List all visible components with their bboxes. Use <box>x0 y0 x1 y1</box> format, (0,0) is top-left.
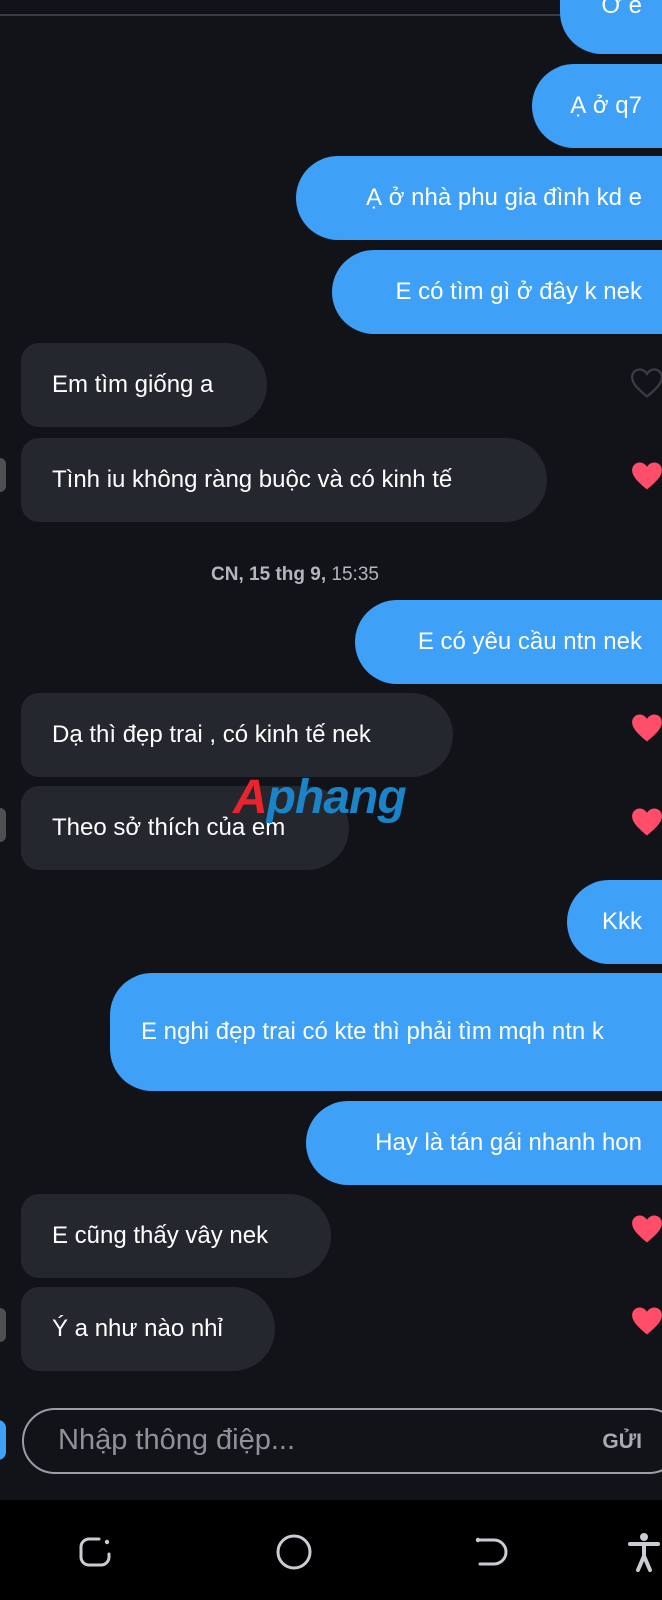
message-outgoing[interactable]: Kkk <box>567 880 662 964</box>
message-outgoing[interactable]: Ơ e <box>560 0 662 54</box>
send-button[interactable]: GỬI <box>602 1430 642 1454</box>
home-icon[interactable] <box>272 1530 316 1574</box>
watermark-logo: Aphang <box>233 771 407 824</box>
message-input[interactable]: Nhập thông điệp... GỬI <box>22 1408 662 1474</box>
system-nav-bar <box>0 1500 662 1600</box>
avatar <box>0 808 6 842</box>
message-incoming[interactable]: Ý a như nào nhỉ <box>21 1287 275 1371</box>
emoji-button[interactable] <box>0 1420 6 1460</box>
message-outgoing[interactable]: Hay là tán gái nhanh hon <box>306 1101 662 1185</box>
message-incoming[interactable]: Dạ thì đẹp trai , có kinh tế nek <box>21 693 453 777</box>
message-incoming[interactable]: E cũng thấy vây nek <box>21 1194 331 1278</box>
back-icon[interactable] <box>468 1530 512 1574</box>
message-incoming[interactable]: Em tìm giống a <box>21 343 267 427</box>
message-outgoing[interactable]: E có yêu cầu ntn nek <box>355 600 662 684</box>
heart-icon[interactable] <box>630 460 662 492</box>
avatar <box>0 458 6 492</box>
heart-icon[interactable] <box>630 1213 662 1245</box>
timestamp-time: 15:35 <box>331 564 379 585</box>
composer: Nhập thông điệp... GỬI <box>0 1390 662 1500</box>
message-input-placeholder: Nhập thông điệp... <box>58 1424 296 1456</box>
heart-icon[interactable] <box>630 1305 662 1337</box>
accessibility-icon[interactable] <box>622 1530 662 1574</box>
heart-outline-icon[interactable] <box>630 367 662 399</box>
message-incoming[interactable]: Tình iu không ràng buộc và có kinh tế <box>21 438 547 522</box>
message-outgoing[interactable]: E nghi đẹp trai có kte thì phải tìm mqh … <box>110 973 662 1091</box>
recent-apps-icon[interactable] <box>73 1530 117 1574</box>
message-outgoing[interactable]: E có tìm gì ở đây k nek <box>332 250 662 334</box>
date-separator: CN, 15 thg 9, 15:35 <box>0 564 590 586</box>
heart-icon[interactable] <box>630 806 662 838</box>
message-outgoing[interactable]: Ạ ở q7 <box>532 64 662 148</box>
timestamp-day: CN, 15 thg 9, <box>211 564 327 585</box>
message-outgoing[interactable]: Ạ ở nhà phu gia đình kd e <box>296 156 662 240</box>
heart-icon[interactable] <box>630 712 662 744</box>
avatar <box>0 1308 6 1342</box>
